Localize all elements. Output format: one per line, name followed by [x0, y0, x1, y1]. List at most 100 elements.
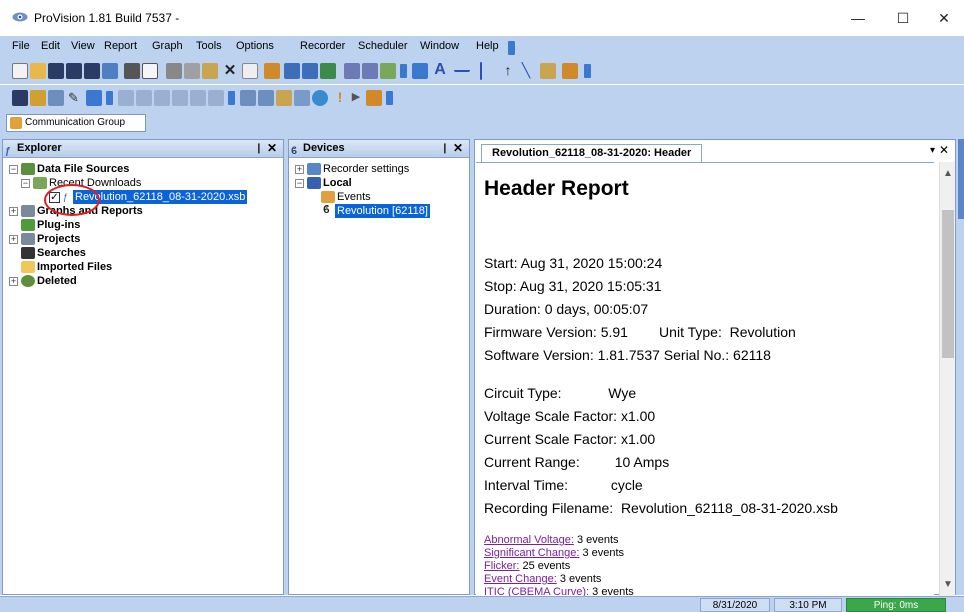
find-icon[interactable] — [190, 90, 206, 106]
expand-icon[interactable]: + — [295, 165, 304, 174]
report-scrollbar[interactable]: ▲ ▼ — [939, 162, 955, 596]
edit-icon[interactable]: ✎ — [68, 90, 84, 106]
compare-icon[interactable] — [208, 90, 224, 106]
collapse-icon[interactable]: − — [21, 179, 30, 188]
menu-scheduler[interactable]: Scheduler — [358, 40, 408, 52]
wizard-icon[interactable] — [366, 90, 382, 106]
settings-icon[interactable] — [86, 90, 102, 106]
schedule-icon[interactable] — [276, 90, 292, 106]
minimize-button[interactable]: — — [836, 4, 880, 32]
diagonal-line-tool-icon[interactable]: ╲ — [518, 62, 534, 78]
expand-icon[interactable]: + — [9, 235, 18, 244]
print-icon[interactable] — [124, 63, 140, 79]
save-icon[interactable] — [48, 63, 64, 79]
save-all-icon[interactable] — [66, 63, 82, 79]
menu-tools[interactable]: Tools — [196, 40, 222, 52]
tree-item-data-file-sources[interactable]: Data File Sources — [37, 162, 129, 176]
close-button[interactable]: ✕ — [922, 4, 964, 32]
paste-icon[interactable] — [202, 63, 218, 79]
scroll-thumb[interactable] — [942, 210, 954, 358]
download-icon[interactable] — [264, 63, 280, 79]
menu-report[interactable]: Report — [104, 40, 137, 52]
expand-icon[interactable]: + — [9, 277, 18, 286]
alert-icon[interactable]: ! — [332, 89, 348, 105]
zoom-icon[interactable] — [320, 63, 336, 79]
tree-item-projects[interactable]: Projects — [37, 232, 80, 246]
menu-help[interactable]: Help — [476, 40, 499, 52]
tab-dropdown-icon[interactable]: ▾ — [930, 145, 935, 156]
status-icon[interactable] — [312, 90, 328, 106]
undo-icon[interactable] — [284, 63, 300, 79]
spell-check-icon[interactable] — [540, 63, 556, 79]
group-icon[interactable] — [154, 90, 170, 106]
tree-item-plug-ins[interactable]: Plug-ins — [37, 218, 80, 232]
tree-item-recorder-settings[interactable]: Recorder settings — [323, 162, 409, 176]
recorder-icon[interactable] — [12, 90, 28, 106]
collapse-icon[interactable]: − — [9, 165, 18, 174]
menu-edit[interactable]: Edit — [41, 40, 60, 52]
tree-item-events[interactable]: Events — [337, 190, 371, 204]
ungroup-icon[interactable] — [172, 90, 188, 106]
sort-icon[interactable] — [118, 90, 134, 106]
significant-change-link[interactable]: Significant Change: — [484, 547, 579, 559]
tree-item-deleted[interactable]: Deleted — [37, 274, 77, 288]
pointer-tool-icon[interactable] — [412, 63, 428, 79]
flicker-link[interactable]: Flicker: — [484, 560, 519, 572]
delete-icon[interactable]: ✕ — [222, 63, 238, 79]
menu-file[interactable]: File — [12, 40, 30, 52]
tools-icon[interactable] — [30, 90, 46, 106]
itic-link[interactable]: ITIC (CBEMA Curve): — [484, 586, 589, 596]
expand-icon[interactable]: + — [9, 207, 18, 216]
properties-icon[interactable] — [102, 63, 118, 79]
arrow-tool-icon[interactable]: ↑ — [500, 62, 516, 78]
scroll-up-icon[interactable]: ▲ — [943, 168, 953, 179]
record-out-icon[interactable] — [362, 63, 378, 79]
toolbar2-grip-2[interactable] — [228, 91, 235, 105]
tree-item-searches[interactable]: Searches — [37, 246, 86, 260]
menu-options[interactable]: Options — [236, 40, 274, 52]
copy-icon[interactable] — [184, 63, 200, 79]
monitor-icon[interactable] — [258, 90, 274, 106]
menu-overflow-grip[interactable] — [508, 41, 515, 55]
label-tool-icon[interactable] — [562, 63, 578, 79]
tree-item-local[interactable]: Local — [323, 176, 352, 190]
menu-graph[interactable]: Graph — [152, 40, 183, 52]
vertical-line-tool-icon[interactable] — [480, 62, 482, 80]
toolbar2-grip[interactable] — [106, 91, 113, 105]
print-preview-icon[interactable] — [142, 63, 158, 79]
document-close-icon[interactable]: ✕ — [939, 143, 949, 157]
document-tab[interactable]: Revolution_62118_08-31-2020: Header — [481, 144, 703, 162]
toolbar2-grip-3[interactable] — [386, 91, 393, 105]
text-tool-icon[interactable]: A — [432, 62, 448, 78]
scroll-down-icon[interactable]: ▼ — [943, 579, 953, 590]
collapse-icon[interactable]: − — [295, 179, 304, 188]
meter-icon[interactable] — [48, 90, 64, 106]
devices-close-icon[interactable]: ✕ — [453, 140, 463, 157]
pin-icon[interactable]: ❙ — [441, 140, 449, 157]
record-in-icon[interactable] — [344, 63, 360, 79]
menu-recorder[interactable]: Recorder — [300, 40, 345, 52]
toolbar-grip-2[interactable] — [584, 64, 591, 78]
new-file-icon[interactable] — [12, 63, 28, 79]
menu-view[interactable]: View — [71, 40, 95, 52]
play-icon[interactable]: ▶ — [348, 89, 364, 105]
tree-item-revolution[interactable]: Revolution [62118] — [335, 204, 430, 218]
pin-icon[interactable]: ❙ — [255, 140, 263, 157]
abnormal-voltage-link[interactable]: Abnormal Voltage: — [484, 534, 574, 546]
toolbar-grip[interactable] — [400, 64, 407, 78]
filter-icon[interactable] — [136, 90, 152, 106]
side-dock-tab[interactable] — [958, 139, 964, 219]
redo-icon[interactable] — [302, 63, 318, 79]
event-change-link[interactable]: Event Change: — [484, 573, 557, 585]
open-folder-icon[interactable] — [30, 63, 46, 79]
cut-icon[interactable] — [166, 63, 182, 79]
menu-window[interactable]: Window — [420, 40, 459, 52]
save-as-icon[interactable] — [84, 63, 100, 79]
tree-item-imported-files[interactable]: Imported Files — [37, 260, 112, 274]
report-icon[interactable] — [294, 90, 310, 106]
maximize-button[interactable]: ☐ — [881, 4, 925, 32]
connect-icon[interactable] — [240, 90, 256, 106]
chart-icon[interactable] — [380, 63, 396, 79]
clipboard-icon[interactable] — [242, 63, 258, 79]
communication-group-button[interactable]: Communication Group — [6, 114, 146, 132]
